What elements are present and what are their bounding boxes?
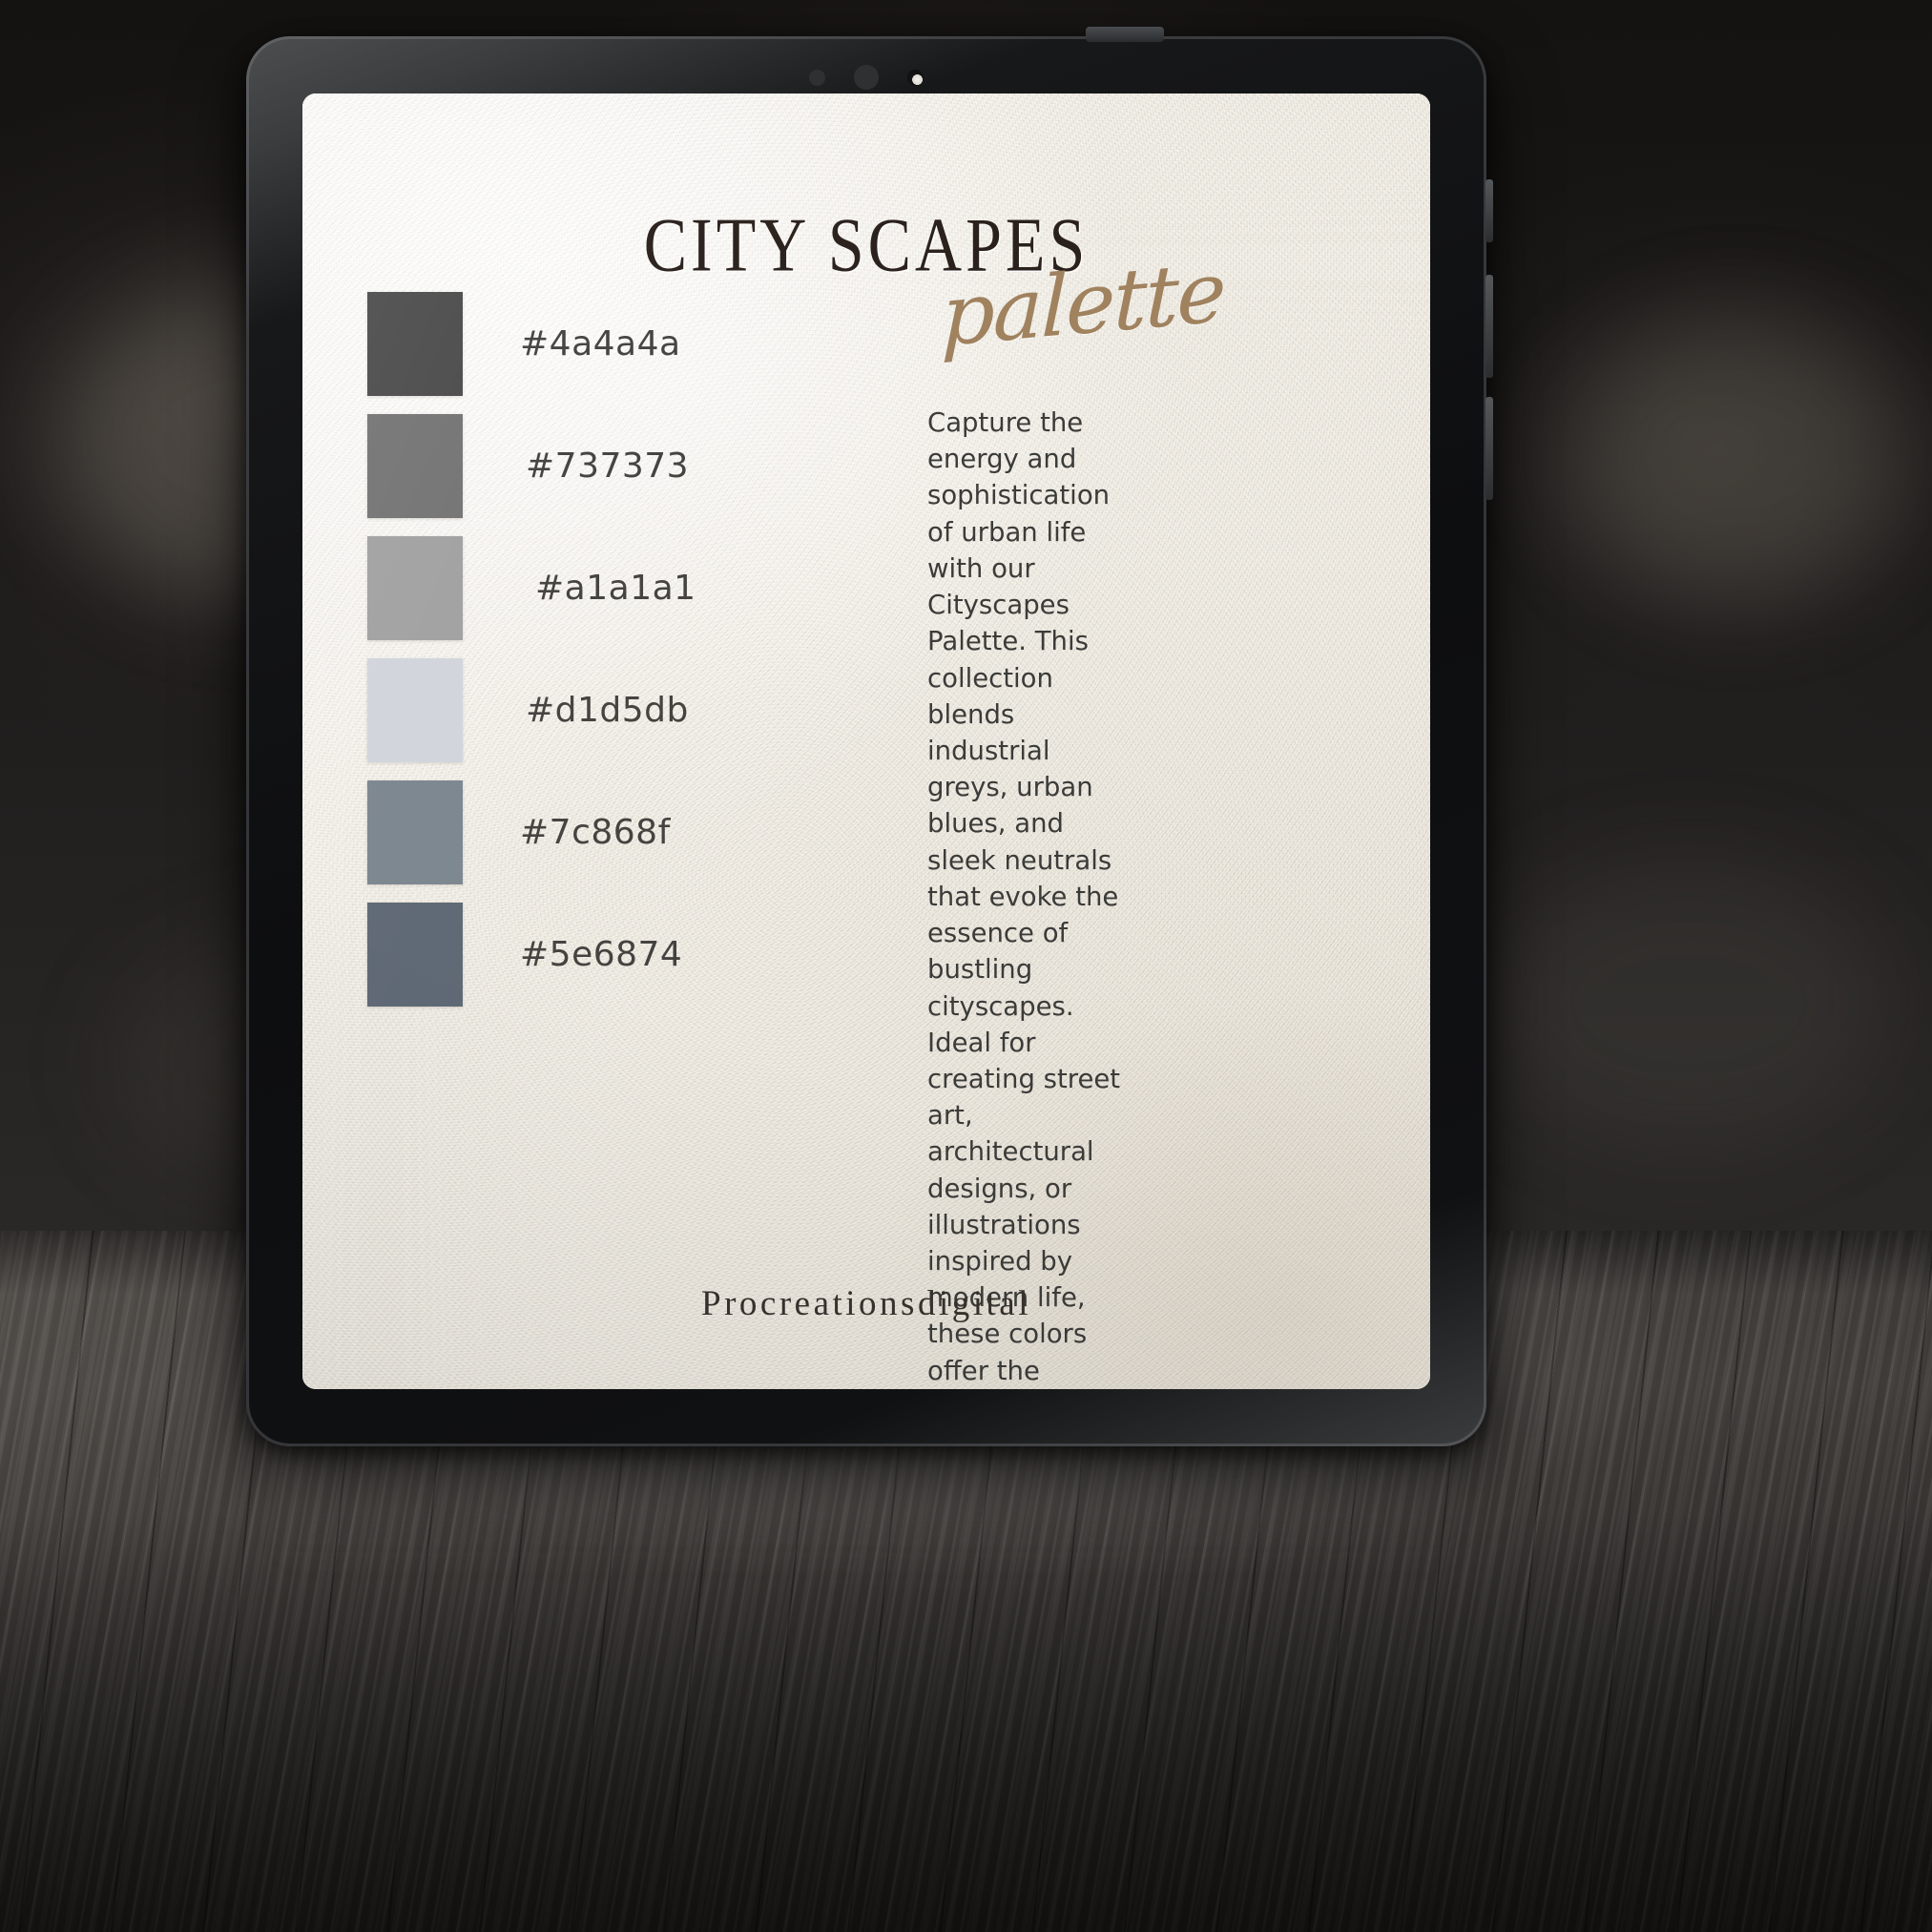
wall-light-spot xyxy=(1565,315,1908,601)
swatch-row: #737373 xyxy=(367,405,911,527)
swatch-row: #5e6874 xyxy=(367,893,911,1015)
front-camera-icon xyxy=(907,69,924,86)
tablet-antenna-band xyxy=(1086,27,1164,42)
palette-description: Capture the energy and sophistication of… xyxy=(927,407,1121,1386)
color-swatch[interactable] xyxy=(367,413,463,518)
brand-footer: Procreationsdigital xyxy=(701,1284,1031,1323)
swatch-hex-label: #7c868f xyxy=(520,812,671,852)
swatch-hex-label: #5e6874 xyxy=(520,934,683,974)
sensor-dot-small-icon xyxy=(809,69,825,86)
color-swatch[interactable] xyxy=(367,779,463,884)
color-swatch[interactable] xyxy=(367,902,463,1007)
swatch-hex-label: #d1d5db xyxy=(526,690,689,730)
swatch-hex-label: #737373 xyxy=(526,446,690,486)
swatch-row: #d1d5db xyxy=(367,649,911,771)
color-swatch[interactable] xyxy=(367,657,463,762)
volume-down-button[interactable] xyxy=(1485,397,1493,500)
color-swatch[interactable] xyxy=(367,291,463,396)
page-title: CITY SCAPES xyxy=(643,201,1090,287)
color-swatch[interactable] xyxy=(367,535,463,640)
swatch-row: #a1a1a1 xyxy=(367,527,911,649)
palette-script-label: palette xyxy=(940,241,1226,366)
swatch-row: #7c868f xyxy=(367,771,911,893)
tablet-reflection xyxy=(275,1439,1458,1572)
volume-up-button[interactable] xyxy=(1485,275,1493,378)
scene: CITY SCAPES #4a4a4a #737373 #a1a1a1 #d1d5db… xyxy=(0,0,1932,1932)
tablet-device: CITY SCAPES #4a4a4a #737373 #a1a1a1 #d1d5db… xyxy=(246,27,1493,1446)
swatch-row: #4a4a4a xyxy=(367,282,911,405)
sensor-dot-mid-icon xyxy=(854,65,879,90)
swatch-list: #4a4a4a #737373 #a1a1a1 #d1d5db #7c868f #5e68… xyxy=(367,282,911,1015)
description-column: palette Capture the energy and sophistic… xyxy=(927,242,1225,1389)
tablet-screen[interactable]: CITY SCAPES #4a4a4a #737373 #a1a1a1 #d1d5db… xyxy=(302,93,1430,1389)
power-button[interactable] xyxy=(1485,179,1493,242)
swatch-hex-label: #a1a1a1 xyxy=(535,568,696,608)
palette-card: CITY SCAPES #4a4a4a #737373 #a1a1a1 #d1d5db… xyxy=(302,93,1430,1389)
bezel-sensor-cluster xyxy=(246,65,1486,90)
wall-light-spot xyxy=(1488,859,1889,1145)
swatch-hex-label: #4a4a4a xyxy=(520,323,681,364)
